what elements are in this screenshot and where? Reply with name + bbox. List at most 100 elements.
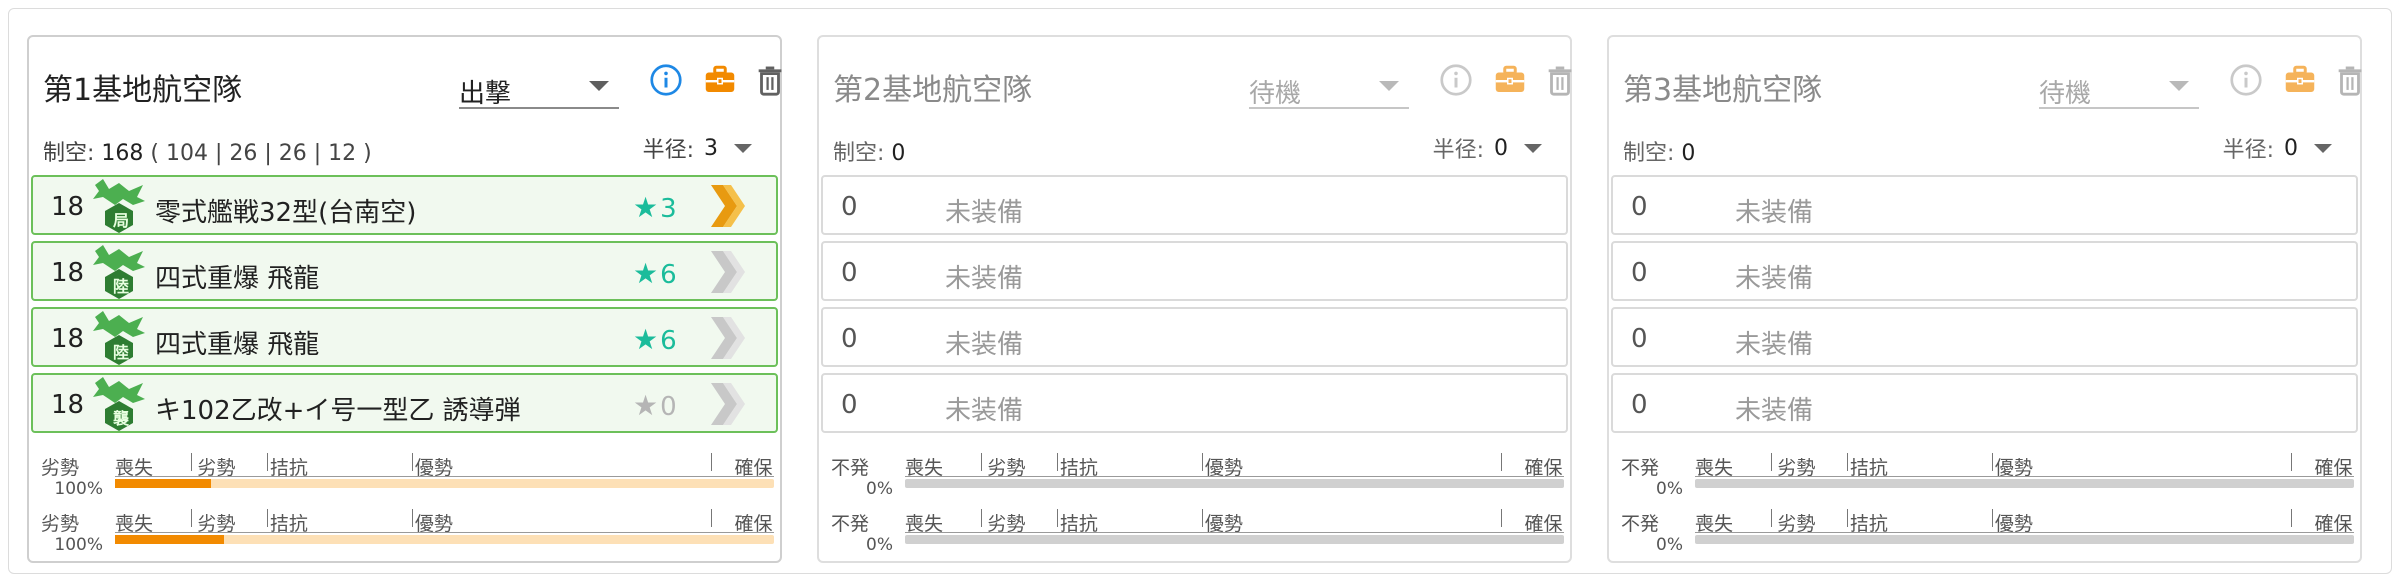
info-icon[interactable] — [2223, 57, 2269, 103]
info-icon[interactable] — [1433, 57, 1479, 103]
chevron-down-icon — [2314, 143, 2332, 153]
air-state-label: 不発 — [1621, 457, 1660, 479]
skill-chevron-icon[interactable] — [707, 313, 747, 363]
gauge-scale: 喪失 劣勢 拮抗 優勢 確保 — [905, 509, 1564, 535]
equipment-slot[interactable]: 0 未装備 — [821, 241, 1568, 301]
info-icon[interactable] — [643, 57, 689, 103]
gauge-separator — [2291, 509, 2293, 527]
plane-type-letter: 局 — [113, 211, 130, 230]
mode-select-value: 待機 — [1249, 79, 1302, 109]
gauge-baseline — [1695, 476, 2354, 477]
equipment-name: 未装備 — [945, 198, 1024, 228]
gauge-baseline — [905, 476, 1564, 477]
briefcase-icon[interactable] — [2277, 57, 2323, 103]
equipment-slot[interactable]: 0 未装備 — [821, 373, 1568, 433]
equipment-slot[interactable]: 0 未装備 — [1611, 307, 2358, 367]
air-power-label: 制空: — [43, 141, 95, 166]
air-state-gauge: 不発 0% 喪失 劣勢 拮抗 優勢 確保 — [831, 505, 1564, 561]
equipment-slots: 0 未装備 0 未装備 0 未装備 0 未装備 — [821, 175, 1568, 439]
mode-select[interactable]: 待機 — [1249, 61, 1409, 109]
air-corps-panel-1: 第1基地航空隊 出撃 制空: 168 ( 104 | 26 | 26 | 12 ) 半… — [27, 35, 782, 563]
star-value: 6 — [660, 260, 677, 290]
mode-select[interactable]: 出撃 — [459, 61, 619, 109]
equipment-slot[interactable]: 0 未装備 — [1611, 241, 2358, 301]
gauge-fill — [115, 479, 211, 488]
gauge-baseline — [115, 532, 774, 533]
slot-count: 0 — [841, 324, 858, 354]
trash-icon[interactable] — [1537, 57, 1583, 103]
gauge-separator — [411, 453, 413, 471]
slot-count: 0 — [1631, 390, 1648, 420]
star-icon: ★ — [633, 323, 659, 356]
equipment-name: 未装備 — [945, 330, 1024, 360]
radius-select[interactable]: 半径: 0 — [2223, 131, 2332, 165]
slot-count: 18 — [51, 192, 85, 222]
equipment-slot[interactable]: 18 陸 四式重爆 飛龍 ★ 6 — [31, 241, 778, 301]
gauge-separator — [1770, 453, 1772, 471]
proficiency: ★ 6 — [633, 257, 677, 290]
air-power-label: 制空: — [833, 141, 885, 166]
bomber-land-icon: 陸 — [89, 243, 151, 301]
gauge-separator — [1056, 453, 1058, 471]
star-icon: ★ — [633, 191, 659, 224]
equipment-slot[interactable]: 0 未装備 — [821, 175, 1568, 235]
panel-header: 第2基地航空隊 待機 — [833, 57, 1572, 111]
equipment-slot[interactable]: 0 未装備 — [1611, 373, 2358, 433]
gauge-separator — [2291, 453, 2293, 471]
skill-chevron-icon[interactable] — [707, 379, 747, 429]
gauge-baseline — [905, 532, 1564, 533]
equipment-slot[interactable]: 18 襲 キ102乙改+イ号一型乙 誘導弾 ★ 0 — [31, 373, 778, 433]
gauge-scale: 喪失 劣勢 拮抗 優勢 確保 — [1695, 453, 2354, 479]
air-state-label: 劣勢 — [41, 513, 80, 535]
gauge-separator — [711, 453, 713, 471]
gauge-scale: 喪失 劣勢 拮抗 優勢 確保 — [115, 453, 774, 479]
air-state-percent: 100% — [54, 479, 103, 499]
radius-label: 半径: — [1432, 138, 1484, 163]
mode-select[interactable]: 待機 — [2039, 61, 2199, 109]
air-corps-panel-2: 第2基地航空隊 待機 制空: 0 半径: 0 0 未装備 0 未装備 0 未装備 0 未装備 不発 0% 喪失… — [817, 35, 1572, 563]
slot-count: 0 — [1631, 324, 1648, 354]
air-power: 制空: 168 ( 104 | 26 | 26 | 12 ) — [43, 135, 372, 167]
equipment-slot[interactable]: 18 陸 四式重爆 飛龍 ★ 6 — [31, 307, 778, 367]
gauge-separator — [1501, 453, 1503, 471]
radius-select[interactable]: 半径: 3 — [643, 131, 752, 165]
chevron-down-icon — [2169, 81, 2189, 91]
gauge-track — [1695, 535, 2354, 544]
trash-icon[interactable] — [747, 57, 793, 103]
equipment-name: 未装備 — [945, 396, 1024, 426]
gauge-separator — [1991, 509, 1993, 527]
equipment-slot[interactable]: 0 未装備 — [1611, 175, 2358, 235]
star-value: 3 — [660, 194, 677, 224]
radius-value: 3 — [704, 135, 718, 161]
trash-icon[interactable] — [2327, 57, 2373, 103]
panel-header: 第3基地航空隊 待機 — [1623, 57, 2362, 111]
slot-count: 0 — [841, 390, 858, 420]
gauge-track — [1695, 479, 2354, 488]
equipment-slot[interactable]: 0 未装備 — [821, 307, 1568, 367]
gauge-scale: 喪失 劣勢 拮抗 優勢 確保 — [115, 509, 774, 535]
slot-count: 0 — [1631, 258, 1648, 288]
skill-chevron-icon[interactable] — [707, 181, 747, 231]
air-state-percent: 100% — [54, 535, 103, 555]
gauge-scale: 喪失 劣勢 拮抗 優勢 確保 — [905, 453, 1564, 479]
gauge-separator — [190, 509, 192, 527]
base-air-corps-container: 第1基地航空隊 出撃 制空: 168 ( 104 | 26 | 26 | 12 ) 半… — [8, 8, 2392, 574]
skill-chevron-icon[interactable] — [707, 247, 747, 297]
briefcase-icon[interactable] — [1487, 57, 1533, 103]
equipment-slot[interactable]: 18 局 零式艦戦32型(台南空) ★ 3 — [31, 175, 778, 235]
chevron-down-icon — [734, 143, 752, 153]
air-power: 制空: 0 — [1623, 135, 1695, 167]
gauge-separator — [1501, 509, 1503, 527]
gauge-track — [905, 479, 1564, 488]
air-state-gauge: 劣勢 100% 喪失 劣勢 拮抗 優勢 確保 — [41, 505, 774, 561]
star-icon: ★ — [633, 257, 659, 290]
radius-label: 半径: — [642, 138, 694, 163]
air-state-gauge: 不発 0% 喪失 劣勢 拮抗 優勢 確保 — [1621, 505, 2354, 561]
radius-select[interactable]: 半径: 0 — [1433, 131, 1542, 165]
panel-title: 第3基地航空隊 — [1623, 73, 1823, 108]
air-state-label: 不発 — [831, 457, 870, 479]
briefcase-icon[interactable] — [697, 57, 743, 103]
gauge-separator — [711, 509, 713, 527]
mode-select-value: 待機 — [2039, 79, 2092, 109]
air-state-percent: 0% — [1656, 535, 1683, 555]
